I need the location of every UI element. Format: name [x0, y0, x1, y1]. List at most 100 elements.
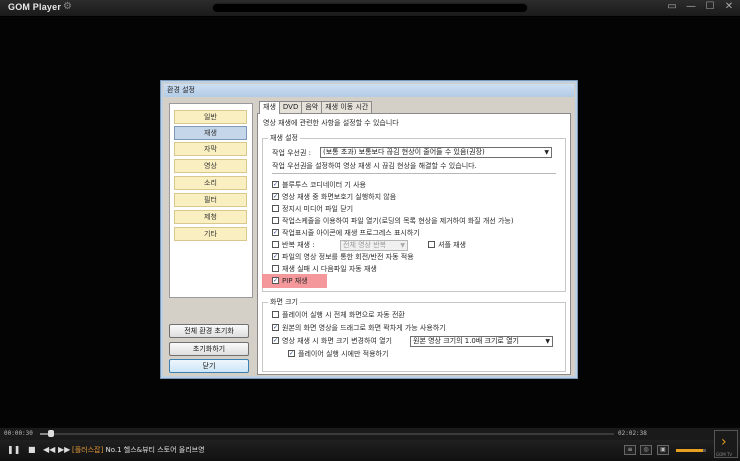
ticker-tag: [플러스잡] [72, 446, 104, 454]
option-auto-rotate[interactable]: ✓ 파일의 영상 정보를 통한 회전/반전 자동 적용 [272, 253, 414, 262]
size-select-value: 원본 영상 크기의 1.0배 크기로 열기 [413, 337, 519, 345]
option-no-screensaver[interactable]: ✓ 영상 재생 중 화면보호기 실행하지 않음 [272, 193, 396, 202]
nav-item-video[interactable]: 영상 [174, 159, 247, 173]
chevron-down-icon: ▼ [544, 149, 549, 156]
screen-size-group-title: 화면 크기 [268, 297, 300, 307]
chevron-down-icon: ▼ [400, 242, 405, 249]
checkbox[interactable] [272, 205, 279, 212]
capture-icon[interactable]: ◎ [640, 445, 652, 455]
nav-item-etc[interactable]: 기타 [174, 227, 247, 241]
checkbox[interactable]: ✓ [272, 181, 279, 188]
title-bar[interactable]: GOM Player ⚙ ▭ — ☐ ✕ [0, 0, 740, 17]
ad-ticker[interactable]: [플러스잡] No.1 헬스&뷰티 스토어 올리브영 [72, 445, 205, 455]
nav-item-general[interactable]: 일반 [174, 110, 247, 124]
checkbox[interactable]: ✓ [272, 324, 279, 331]
gear-icon[interactable]: ⚙ [63, 1, 72, 12]
option-label: 파일의 영상 정보를 통한 회전/반전 자동 적용 [282, 253, 414, 261]
checkbox[interactable]: ✓ [272, 229, 279, 236]
reset-button[interactable]: 초기화하기 [169, 342, 249, 356]
close-button[interactable]: 닫기 [169, 359, 249, 373]
window-controls: ▭ — ☐ ✕ [667, 1, 734, 12]
nav-item-filter[interactable]: 필터 [174, 193, 247, 207]
tab-seek-time[interactable]: 재생 이동 시간 [321, 101, 373, 113]
checkbox[interactable]: ✓ [288, 350, 295, 357]
option-resize-on-play[interactable]: ✓ 영상 재생 시 화면 크기 변경하여 열기 [272, 337, 392, 346]
option-label: 재생 실패 시 다음파일 자동 재생 [282, 265, 377, 273]
option-pip[interactable]: ✓ PIP 재생 [272, 277, 308, 286]
stop-icon[interactable]: ■ [28, 445, 36, 454]
divider [272, 173, 556, 174]
option-auto-fullscreen[interactable]: 플레이어 실행 시 전체 화면으로 자동 전환 [272, 311, 405, 320]
nav-item-subtitle[interactable]: 자막 [174, 142, 247, 156]
nav-item-control[interactable]: 제청 [174, 210, 247, 224]
mini-mode-icon[interactable]: ▭ [667, 1, 677, 12]
seek-track[interactable] [40, 430, 614, 437]
option-label: 영상 재생 시 화면 크기 변경하여 열기 [282, 337, 392, 345]
close-icon[interactable]: ✕ [724, 1, 734, 12]
option-label: PIP 재생 [282, 277, 308, 285]
checkbox[interactable]: ✓ [272, 277, 279, 284]
option-label: 정지시 미디어 파일 닫기 [282, 205, 354, 213]
option-label: 원본의 화면 영상을 드래그로 화면 꽉차게 가능 사용하기 [282, 324, 446, 332]
nav-item-audio[interactable]: 소리 [174, 176, 247, 190]
reset-all-button[interactable]: 전체 환경 초기화 [169, 324, 249, 338]
preferences-dialog: 환경 설정 일반 재생 자막 영상 소리 필터 제청 기타 전체 환경 초기화 … [160, 80, 578, 379]
seek-handle[interactable] [48, 430, 55, 437]
option-repeat[interactable]: 반복 재생 : [272, 241, 315, 250]
tab-bar: 재생 DVD 음악 재생 이동 시간 [259, 101, 373, 114]
option-label: 셔플 재생 [438, 241, 466, 249]
priority-hint: 작업 우선권을 설정하여 영상 재생 시 끊김 현상을 해결할 수 있습니다. [272, 162, 477, 170]
volume-slider[interactable] [676, 449, 706, 452]
size-select[interactable]: 원본 영상 크기의 1.0배 크기로 열기 ▼ [410, 336, 553, 347]
camera-icon[interactable]: ▣ [657, 445, 669, 455]
volume-level [676, 449, 703, 452]
control-bar: ❚❚ ■ ◀◀ ▶▶ [플러스잡] No.1 헬스&뷰티 스토어 올리브영 ≡ … [0, 440, 740, 461]
minimize-icon[interactable]: — [686, 1, 696, 12]
option-label: 플레이어 실행 시에만 적용하기 [298, 350, 389, 358]
option-drag-fill[interactable]: ✓ 원본의 화면 영상을 드래그로 화면 꽉차게 가능 사용하기 [272, 324, 446, 333]
checkbox[interactable] [272, 241, 279, 248]
checkbox[interactable] [272, 311, 279, 318]
repeat-select-value: 전체 영상 반복 [343, 241, 387, 249]
nav-item-playback[interactable]: 재생 [174, 126, 247, 140]
pause-icon[interactable]: ❚❚ [7, 445, 20, 454]
seek-bar: 00:00:30 02:02:38 [0, 428, 740, 440]
option-label: 작업스케줄을 이용하여 파일 열기(로딩의 목록 현상을 제거하여 화질 개선 … [282, 217, 514, 225]
dialog-title-bar[interactable]: 환경 설정 [164, 84, 574, 97]
checkbox[interactable]: ✓ [272, 253, 279, 260]
next-icon[interactable]: ▶▶ [58, 445, 70, 454]
page-description: 영상 재생에 관련한 사항을 설정할 수 있습니다 [263, 119, 399, 127]
elapsed-time: 00:00:30 [4, 430, 33, 437]
tab-playback[interactable]: 재생 [259, 101, 280, 114]
tab-dvd[interactable]: DVD [278, 101, 303, 113]
option-task-scheduler[interactable]: 작업스케줄을 이용하여 파일 열기(로딩의 목록 현상을 제거하여 화질 개선 … [272, 217, 514, 226]
priority-label: 작업 우선권 : [272, 149, 312, 157]
gom-player-window: GOM Player ⚙ ▭ — ☐ ✕ 환경 설정 일반 재생 자막 영상 소… [0, 0, 740, 461]
checkbox[interactable]: ✓ [272, 337, 279, 344]
option-bluetooth[interactable]: ✓ 블루투스 코디네이터 기 사용 [272, 181, 366, 190]
app-logo: GOM Player [8, 2, 62, 12]
checkbox[interactable]: ✓ [272, 193, 279, 200]
gom-tv-button[interactable]: › GOM TV [714, 430, 738, 458]
checkbox[interactable] [428, 241, 435, 248]
playback-group-title: 재생 설정 [268, 133, 300, 143]
option-taskbar-progress[interactable]: ✓ 작업표시줄 아이콘에 재생 프로그레스 표시하기 [272, 229, 420, 238]
option-apply-on-launch[interactable]: ✓ 플레이어 실행 시에만 적용하기 [288, 350, 388, 359]
priority-select[interactable]: (보통 초과) 보통보다 끊김 현상이 줄어들 수 있음(권장) ▼ [320, 147, 552, 158]
maximize-icon[interactable]: ☐ [705, 1, 715, 12]
option-next-on-fail[interactable]: 재생 실패 시 다음파일 자동 재생 [272, 265, 377, 274]
title-display [212, 3, 528, 13]
checkbox[interactable] [272, 217, 279, 224]
repeat-select[interactable]: 전체 영상 반복 ▼ [340, 240, 408, 251]
settings-nav: 일반 재생 자막 영상 소리 필터 제청 기타 [169, 103, 253, 298]
checkbox[interactable] [272, 265, 279, 272]
playlist-icon[interactable]: ≡ [624, 445, 636, 455]
option-shuffle[interactable]: 셔플 재생 [428, 241, 466, 250]
option-label: 블루투스 코디네이터 기 사용 [282, 181, 366, 189]
chevron-down-icon: ▼ [545, 338, 550, 345]
option-label: 영상 재생 중 화면보호기 실행하지 않음 [282, 193, 397, 201]
option-close-on-stop[interactable]: 정지시 미디어 파일 닫기 [272, 205, 353, 214]
tab-music[interactable]: 음악 [301, 101, 323, 113]
previous-icon[interactable]: ◀◀ [43, 445, 55, 454]
priority-select-value: (보통 초과) 보통보다 끊김 현상이 줄어들 수 있음(권장) [323, 148, 485, 156]
